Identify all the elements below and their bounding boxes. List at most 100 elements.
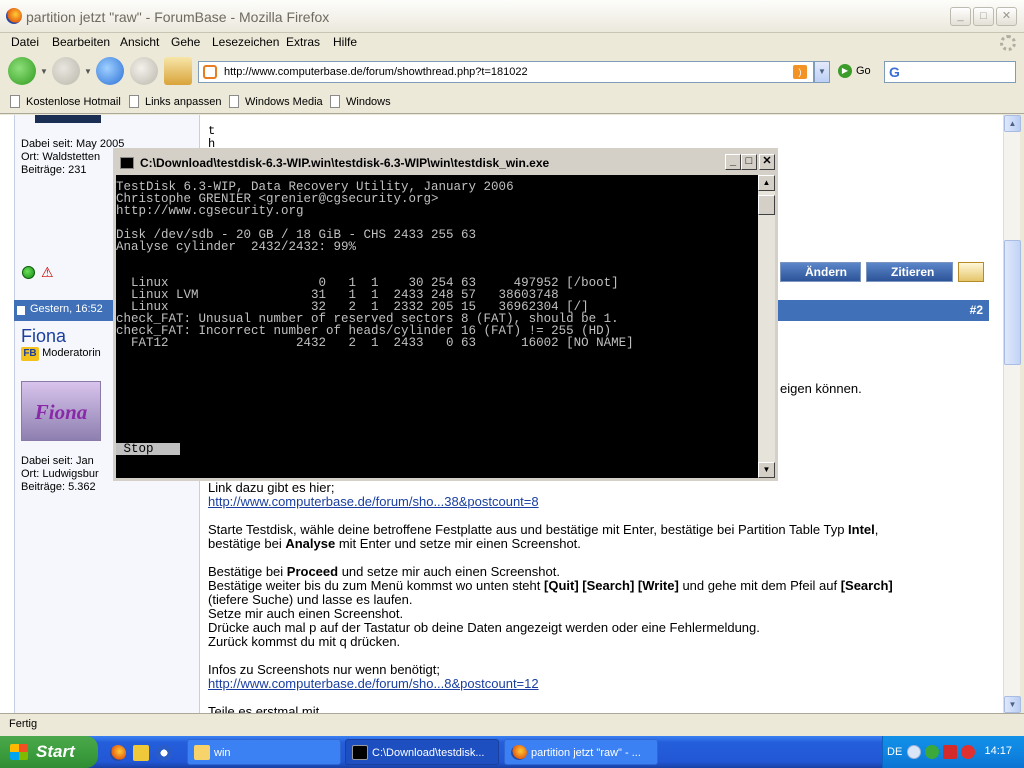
console-scroll-up-icon[interactable]: ▲	[758, 175, 775, 191]
moderator-badge-icon: FB	[21, 347, 39, 361]
bookmark-item[interactable]: Kostenlose Hotmail	[10, 95, 121, 108]
console-taskbar-icon	[352, 745, 368, 760]
tray-clock: 14:17	[984, 745, 1012, 757]
windows-logo-icon	[10, 744, 28, 760]
post-date: Gestern, 16:52	[30, 303, 103, 315]
window-title: partition jetzt "raw" - ForumBase - Mozi…	[26, 9, 330, 25]
online-status-icon	[22, 266, 35, 279]
menu-datei[interactable]: Datei	[11, 35, 39, 49]
status-text: Fertig	[9, 718, 38, 730]
report-post-icon[interactable]: ⚠	[41, 264, 54, 281]
author-role: FB Moderatorin	[21, 347, 101, 361]
reload-icon[interactable]	[96, 57, 124, 85]
search-input[interactable]: G	[884, 61, 1016, 83]
forward-icon[interactable]	[52, 57, 80, 85]
post-author[interactable]: Fiona	[21, 326, 66, 347]
taskbar-item-testdisk[interactable]: C:\Download\testdisk...	[345, 739, 499, 765]
url-text[interactable]: http://www.computerbase.de/forum/showthr…	[224, 66, 528, 78]
menu-extras[interactable]: Extras	[286, 35, 320, 49]
post-body: Link dazu gibt es hier; http://www.compu…	[208, 480, 893, 714]
taskbar-item-firefox[interactable]: partition jetzt "raw" - ...	[504, 739, 658, 765]
maximize-button[interactable]: □	[973, 7, 994, 26]
console-lines: TestDisk 6.3-WIP, Data Recovery Utility,…	[116, 181, 758, 350]
console-window: C:\Download\testdisk-6.3-WIP.win\testdis…	[113, 148, 778, 481]
edit-button[interactable]: Ändern	[780, 262, 861, 282]
firefox-quicklaunch-icon[interactable]	[110, 745, 126, 761]
url-dropdown-icon[interactable]: ▼	[814, 61, 830, 83]
go-button[interactable]: ▶ Go	[838, 64, 871, 78]
window-titlebar: partition jetzt "raw" - ForumBase - Mozi…	[0, 0, 1024, 33]
bookmark-item[interactable]: Windows	[330, 95, 391, 108]
console-line: FAT12 2432 2 1 2433 0 63 16002 [NO NAME]	[116, 336, 634, 350]
console-line: http://www.cgsecurity.org	[116, 204, 304, 218]
back-icon[interactable]	[8, 57, 36, 85]
stop-icon[interactable]	[130, 57, 158, 85]
google-search-icon[interactable]: G	[889, 64, 900, 80]
page-icon	[229, 95, 239, 108]
close-button[interactable]: ✕	[996, 7, 1017, 26]
language-indicator[interactable]: DE	[887, 746, 902, 758]
go-arrow-icon: ▶	[838, 64, 852, 78]
prev-user-info: Dabei seit: May 2005 Ort: Waldstetten Be…	[21, 138, 125, 176]
prev-avatar-image	[35, 115, 101, 123]
page-icon	[129, 95, 139, 108]
rss-icon[interactable]: )	[793, 65, 807, 79]
site-favicon-icon	[203, 65, 217, 79]
menu-lesezeichen[interactable]: Lesezeichen	[212, 35, 279, 49]
console-scroll-down-icon[interactable]: ▼	[758, 462, 775, 478]
tray-network-icon[interactable]	[925, 745, 939, 759]
author-info: Dabei seit: Jan Ort: Ludwigsbur Beiträge…	[21, 455, 99, 493]
console-output: TestDisk 6.3-WIP, Data Recovery Utility,…	[116, 175, 758, 478]
console-minimize-button[interactable]: _	[725, 154, 741, 170]
bookmarks-toolbar: Kostenlose Hotmail Links anpassen Window…	[0, 89, 1024, 114]
author-avatar: Fiona	[21, 381, 101, 441]
scroll-thumb[interactable]	[1004, 240, 1021, 365]
post-link[interactable]: http://www.computerbase.de/forum/sho...8…	[208, 676, 539, 691]
start-button[interactable]: Start	[0, 736, 98, 768]
firefox-logo-icon	[6, 8, 22, 24]
taskbar: Start win C:\Download\testdisk... partit…	[0, 736, 1024, 768]
url-bar[interactable]: http://www.computerbase.de/forum/showthr…	[198, 61, 814, 83]
page-icon	[10, 95, 20, 108]
menu-hilfe[interactable]: Hilfe	[333, 35, 357, 49]
minimize-button[interactable]: _	[950, 7, 971, 26]
bookmark-item[interactable]: Windows Media	[229, 95, 323, 108]
console-title: C:\Download\testdisk-6.3-WIP.win\testdis…	[140, 156, 550, 170]
page-icon	[330, 95, 340, 108]
console-close-button[interactable]: ✕	[759, 154, 775, 170]
media-player-quicklaunch-icon[interactable]	[156, 745, 172, 761]
page-scrollbar[interactable]: ▲ ▼	[1003, 115, 1021, 713]
menu-bearbeiten[interactable]: Bearbeiten	[52, 35, 110, 49]
status-bar: Fertig	[0, 713, 1024, 736]
tray-expand-icon[interactable]	[907, 745, 921, 759]
menu-ansicht[interactable]: Ansicht	[120, 35, 159, 49]
quick-reply-icon[interactable]	[958, 262, 984, 282]
post-icon	[17, 306, 25, 315]
tray-ati-icon[interactable]	[961, 745, 975, 759]
back-dropdown-icon[interactable]: ▼	[40, 67, 48, 76]
scroll-up-icon[interactable]: ▲	[1004, 115, 1021, 132]
post-link[interactable]: http://www.computerbase.de/forum/sho...3…	[208, 494, 539, 509]
menu-gehe[interactable]: Gehe	[171, 35, 200, 49]
home-icon[interactable]	[164, 57, 192, 85]
taskbar-item-win[interactable]: win	[187, 739, 341, 765]
console-titlebar: C:\Download\testdisk-6.3-WIP.win\testdis…	[116, 151, 775, 175]
tray-antivirus-icon[interactable]	[943, 745, 957, 759]
scroll-down-icon[interactable]: ▼	[1004, 696, 1021, 713]
quote-button[interactable]: Zitieren	[866, 262, 953, 282]
console-line: Analyse cylinder 2432/2432: 99%	[116, 240, 357, 254]
menu-bar: Datei Bearbeiten Ansicht Gehe Lesezeiche…	[0, 33, 1024, 53]
console-maximize-button[interactable]: □	[741, 154, 757, 170]
forward-dropdown-icon[interactable]: ▼	[84, 67, 92, 76]
console-scrollbar[interactable]: ▲ ▼	[758, 175, 775, 478]
post-partial-text: eigen können.	[780, 381, 862, 396]
post-number[interactable]: #2	[970, 303, 983, 317]
pencil-quicklaunch-icon[interactable]	[133, 745, 149, 761]
go-label: Go	[856, 64, 871, 77]
console-icon	[120, 157, 134, 169]
console-scroll-thumb[interactable]	[758, 195, 775, 215]
firefox-taskbar-icon	[511, 745, 527, 760]
stop-button[interactable]: Stop	[116, 443, 180, 455]
bookmark-item[interactable]: Links anpassen	[129, 95, 221, 108]
